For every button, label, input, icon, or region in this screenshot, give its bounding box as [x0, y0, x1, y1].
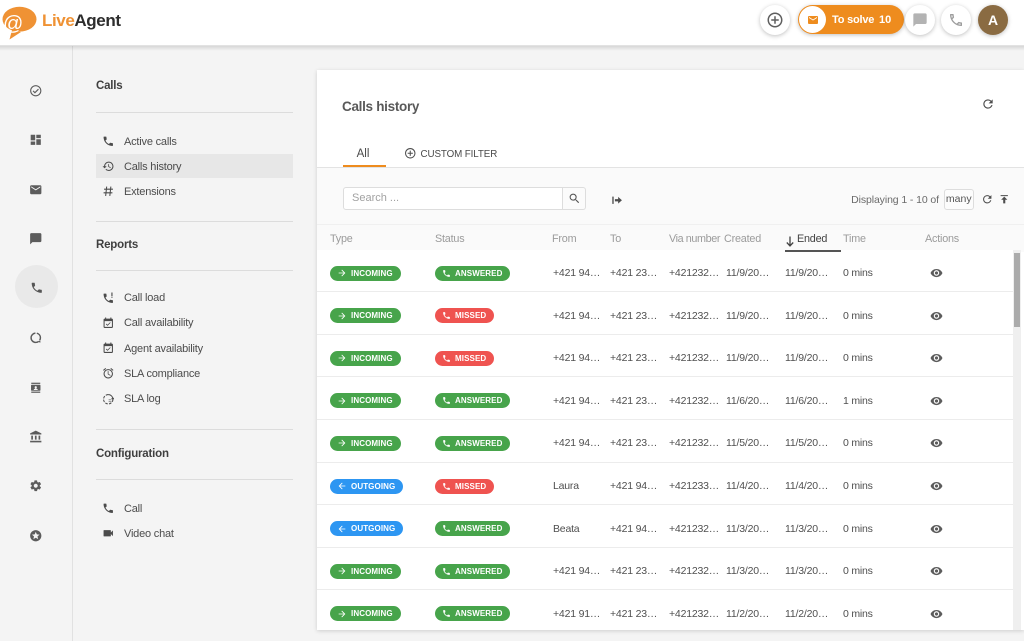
svg-text:@: @ — [3, 13, 23, 35]
